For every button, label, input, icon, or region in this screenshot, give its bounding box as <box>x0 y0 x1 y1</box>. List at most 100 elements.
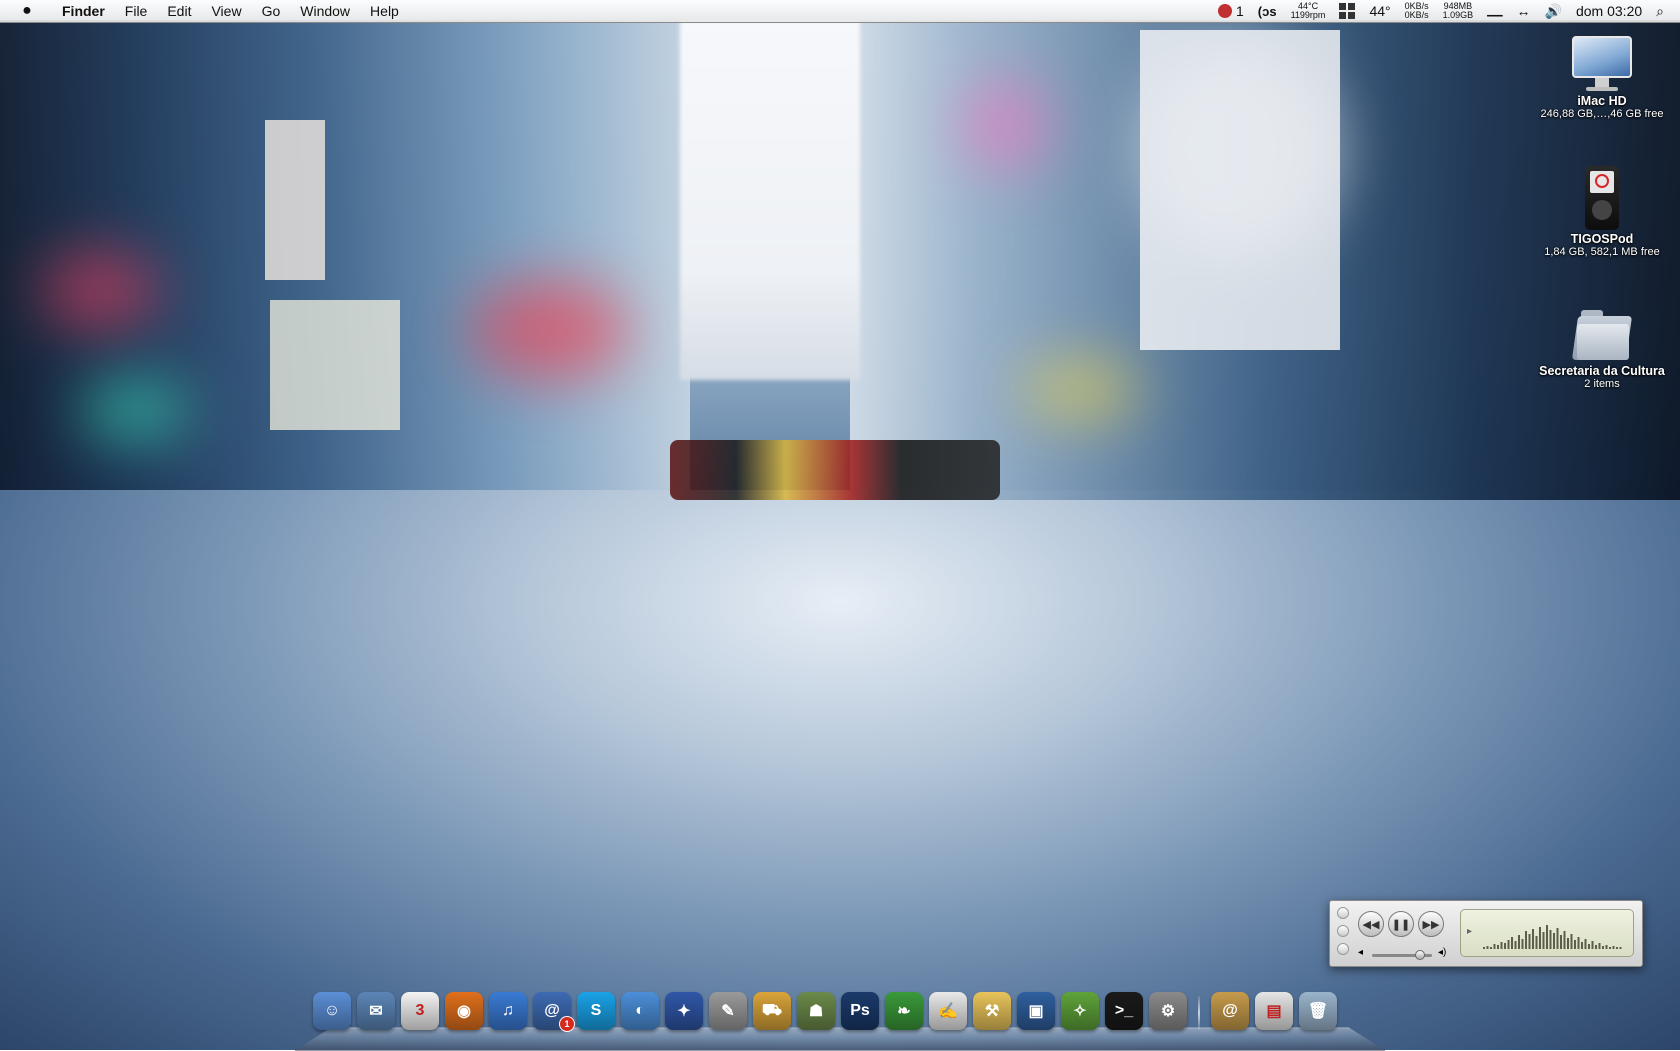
spectrum-bars <box>1483 925 1622 949</box>
hard-drive-icon <box>1568 36 1636 92</box>
address-book-icon[interactable]: @ <box>1211 992 1249 1030</box>
coda-icon[interactable]: ❧ <box>885 992 923 1030</box>
fan-speed: 1199rpm <box>1290 10 1326 20</box>
firefox-icon[interactable]: ◉ <box>445 992 483 1030</box>
wallpaper-billboard <box>270 300 400 430</box>
spectrum-bar <box>1598 943 1601 949</box>
desktop-item-info: 1,84 GB, 582,1 MB free <box>1544 246 1660 258</box>
clock[interactable]: dom 03:20 <box>1569 0 1649 22</box>
menu-file[interactable]: File <box>115 0 158 22</box>
desktop-item-name: iMac HD <box>1577 94 1627 108</box>
volume-slider[interactable]: ◂ ◂) <box>1358 947 1450 961</box>
wallpaper-glow <box>470 280 630 380</box>
wallpaper-billboard <box>265 120 325 280</box>
menu-help[interactable]: Help <box>360 0 409 22</box>
memory-free: 1.09GB <box>1442 10 1474 20</box>
volume-low-icon: ◂ <box>1358 947 1364 958</box>
spectrum-bar <box>1493 944 1496 949</box>
spectrum-bar <box>1584 939 1587 949</box>
finder-icon[interactable]: ☺ <box>313 992 351 1030</box>
mail-icon[interactable]: ✉ <box>357 992 395 1030</box>
dock-glyph: ▣ <box>1028 1003 1044 1020</box>
textedit-icon[interactable]: ✍ <box>929 992 967 1030</box>
messages-status[interactable]: 1 <box>1211 0 1251 22</box>
spectrum-bar <box>1563 931 1566 949</box>
ical-icon[interactable]: 3 <box>401 992 439 1030</box>
wallpaper-glow <box>960 80 1050 170</box>
menu-edit[interactable]: Edit <box>157 0 201 22</box>
dock-glyph: ✍ <box>938 1003 958 1020</box>
close-button[interactable] <box>1337 907 1349 919</box>
twitter-icon[interactable]: @1 <box>533 992 575 1032</box>
desktop-item-tigospod[interactable]: TIGOSPod 1,84 GB, 582,1 MB free <box>1522 166 1680 258</box>
ipod-icon <box>1585 166 1619 230</box>
desktop-item-name: Secretaria da Cultura <box>1539 364 1665 378</box>
screenshot-icon[interactable]: ✧ <box>1061 992 1099 1030</box>
skype-icon[interactable]: S <box>577 992 615 1030</box>
spectrum-bar <box>1528 934 1531 949</box>
desktop-item-secretaria-da-cultura[interactable]: Secretaria da Cultura 2 items <box>1522 306 1680 390</box>
spectrum-bar <box>1605 945 1608 949</box>
dock-glyph: ☺ <box>323 1002 341 1019</box>
wallpaper-glow <box>40 250 160 330</box>
wallpaper-traffic <box>670 440 1000 500</box>
weather-temp[interactable]: 44° <box>1362 0 1397 22</box>
downloads-stack-icon[interactable]: ▤ <box>1255 992 1293 1030</box>
sync-icon[interactable]: ↔ <box>1510 0 1538 22</box>
network-monitor[interactable]: 0KB/s 0KB/s <box>1398 0 1436 22</box>
dock-glyph: >_ <box>1114 1002 1134 1019</box>
spectrum-bar <box>1591 941 1594 949</box>
dock-shelf <box>294 1027 1386 1051</box>
system-preferences-icon[interactable]: ⚙ <box>1149 992 1187 1030</box>
menu-window[interactable]: Window <box>290 0 360 22</box>
ichat-icon[interactable]: ◐ <box>621 992 659 1030</box>
zoom-button[interactable] <box>1337 943 1349 955</box>
messenger-icon <box>1217 4 1232 18</box>
spotlight-icon[interactable]: ⌕ <box>1649 0 1680 22</box>
automator-icon[interactable]: ✦ <box>665 992 703 1030</box>
memory-monitor[interactable]: 948MB 1.09GB <box>1436 0 1481 22</box>
wallpaper-glow <box>1020 360 1140 420</box>
desktop-item-imac-hd[interactable]: iMac HD 246,88 GB,…,46 GB free <box>1522 36 1680 120</box>
cpu-graph-icon[interactable]: ▁▁ <box>1480 0 1509 22</box>
spectrum-bar <box>1588 944 1590 949</box>
volume-icon[interactable]: 🔊 <box>1538 0 1569 22</box>
photoshop-icon[interactable]: Ps <box>841 992 879 1030</box>
spectrum-bar <box>1539 927 1541 949</box>
itunes-icon[interactable]: ♫ <box>489 992 527 1030</box>
spectrum-bar <box>1581 942 1583 949</box>
trash-icon[interactable]: 🗑 <box>1299 992 1337 1030</box>
dock-glyph: ⚒ <box>984 1003 1000 1020</box>
installer-icon[interactable]: ⚒ <box>973 992 1011 1030</box>
minimize-button[interactable] <box>1337 925 1349 937</box>
temperature-monitor[interactable]: 44°C 1199rpm <box>1284 0 1333 22</box>
wishing-well-icon[interactable]: ☗ <box>797 992 835 1030</box>
rewind-button[interactable]: ◀◀ <box>1358 911 1384 937</box>
menu-app-finder[interactable]: Finder <box>52 0 115 22</box>
spectrum-bar <box>1553 933 1555 949</box>
script-editor-icon[interactable]: ✎ <box>709 992 747 1030</box>
fast-forward-icon: ▶▶ <box>1422 918 1440 931</box>
dock-glyph: Ps <box>850 1002 870 1019</box>
apple-icon[interactable]: ● <box>18 2 36 20</box>
dock-glyph: ✦ <box>677 1003 691 1020</box>
volume-high-icon: ◂) <box>1438 947 1447 958</box>
spectrum-bar <box>1525 931 1527 949</box>
menu-view[interactable]: View <box>201 0 251 22</box>
terminal-icon[interactable]: >_ <box>1105 992 1143 1030</box>
volume-knob[interactable] <box>1415 950 1425 960</box>
lastfm-icon[interactable]: (ↄs <box>1251 0 1284 22</box>
spectrum-display[interactable]: ▸ <box>1460 909 1634 957</box>
dock-glyph: 🗑 <box>1307 1003 1329 1020</box>
dock-glyph: ✎ <box>721 1003 735 1020</box>
dock-glyph: ♫ <box>502 1002 514 1019</box>
spectrum-bar <box>1535 936 1538 949</box>
spaces-icon[interactable] <box>1332 0 1362 22</box>
dock-glyph: ✉ <box>369 1003 383 1020</box>
fast-forward-button[interactable]: ▶▶ <box>1418 911 1444 937</box>
menu-go[interactable]: Go <box>252 0 291 22</box>
transmit-icon[interactable]: ⛟ <box>753 992 791 1030</box>
menu-bar: ● Finder File Edit View Go Window Help 1… <box>0 0 1680 23</box>
pause-button[interactable]: ❚❚ <box>1388 911 1414 937</box>
imovie-icon[interactable]: ▣ <box>1017 992 1055 1030</box>
